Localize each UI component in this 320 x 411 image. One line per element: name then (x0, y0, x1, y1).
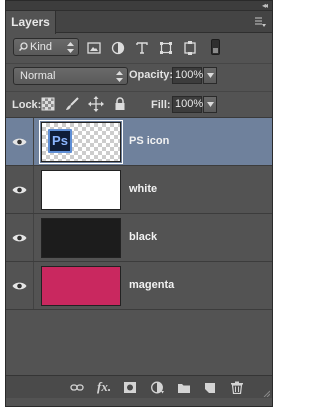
tab-layers[interactable]: Layers (6, 11, 56, 34)
smart-object-filter-icon[interactable] (182, 40, 198, 56)
add-layer-style-icon[interactable]: fx. (97, 379, 111, 395)
opacity-dropdown-button[interactable] (203, 67, 217, 84)
lock-transparent-pixels-icon[interactable] (40, 96, 56, 112)
search-icon (19, 42, 28, 51)
lock-all-padlock-icon[interactable] (112, 96, 128, 112)
resize-grip-icon[interactable] (263, 390, 270, 397)
layer-row-white[interactable]: white (6, 166, 272, 214)
visibility-toggle[interactable] (6, 166, 34, 213)
layer-thumbnail-transparent: Ps (39, 120, 123, 164)
link-layers-icon[interactable] (70, 381, 84, 394)
layer-row-magenta[interactable]: magenta (6, 262, 272, 310)
lock-row: Lock: Fill: 100% (6, 91, 272, 117)
blend-mode-select[interactable]: Normal (13, 67, 128, 85)
eye-icon (12, 282, 27, 290)
chevron-down-icon (207, 102, 214, 107)
visibility-toggle[interactable] (6, 262, 34, 309)
trash-icon[interactable] (230, 381, 244, 394)
layer-row-black[interactable]: black (6, 214, 272, 262)
add-mask-icon[interactable] (123, 381, 137, 394)
layers-bottom-bar: fx. (6, 375, 272, 398)
filter-toggle-switch[interactable] (211, 39, 220, 55)
new-group-icon[interactable] (177, 381, 191, 394)
updown-arrows-icon (116, 71, 123, 82)
shape-layer-filter-icon[interactable] (158, 40, 174, 56)
lock-position-move-icon[interactable] (88, 96, 104, 112)
panel-top-strip: ◂◂ (6, 1, 272, 11)
layer-thumbnail-black (41, 218, 121, 258)
layer-row-ps-icon[interactable]: Ps PS icon (6, 118, 272, 166)
panel-menu-icon[interactable] (255, 16, 266, 27)
filter-kind-label: Kind (30, 41, 53, 53)
fill-label: Fill: (151, 99, 171, 111)
pixel-layer-filter-icon[interactable] (86, 40, 102, 56)
layer-thumbnail-magenta (41, 266, 121, 306)
blend-row: Normal Opacity: 100% (6, 63, 272, 88)
lock-image-pixels-brush-icon[interactable] (64, 96, 80, 112)
layers-panel: ◂◂ Layers Kind Normal Opacity: 100% Lock… (5, 0, 273, 407)
new-layer-icon[interactable] (203, 381, 217, 394)
adjustment-layer-filter-icon[interactable] (110, 40, 126, 56)
lock-label: Lock: (12, 99, 42, 111)
type-layer-filter-icon[interactable] (134, 40, 150, 56)
visibility-toggle[interactable] (6, 214, 34, 261)
collapse-panel-icon[interactable]: ◂◂ (262, 1, 268, 10)
visibility-toggle[interactable] (6, 118, 34, 165)
chevron-down-icon (207, 73, 214, 78)
filter-row: Kind (6, 34, 272, 60)
eye-icon (12, 186, 27, 194)
eye-icon (12, 234, 27, 242)
layer-thumbnail-white (41, 170, 121, 210)
opacity-field[interactable]: 100% (172, 67, 203, 84)
fill-dropdown-button[interactable] (203, 96, 217, 113)
blend-mode-value: Normal (20, 70, 56, 82)
panel-tab-bar: Layers (6, 11, 272, 34)
photoshop-logo: Ps (48, 129, 72, 153)
layer-name[interactable]: magenta (129, 279, 174, 291)
layer-name[interactable]: white (129, 183, 157, 195)
filter-kind-select[interactable]: Kind (13, 38, 79, 56)
layers-list: Ps PS icon white black magenta (6, 117, 272, 375)
layer-name[interactable]: PS icon (129, 135, 169, 147)
updown-arrows-icon (67, 42, 74, 53)
adjustment-layer-icon[interactable] (150, 381, 164, 394)
fill-field[interactable]: 100% (172, 96, 203, 113)
opacity-label: Opacity: (129, 69, 174, 81)
layer-name[interactable]: black (129, 231, 157, 243)
eye-icon (12, 138, 27, 146)
